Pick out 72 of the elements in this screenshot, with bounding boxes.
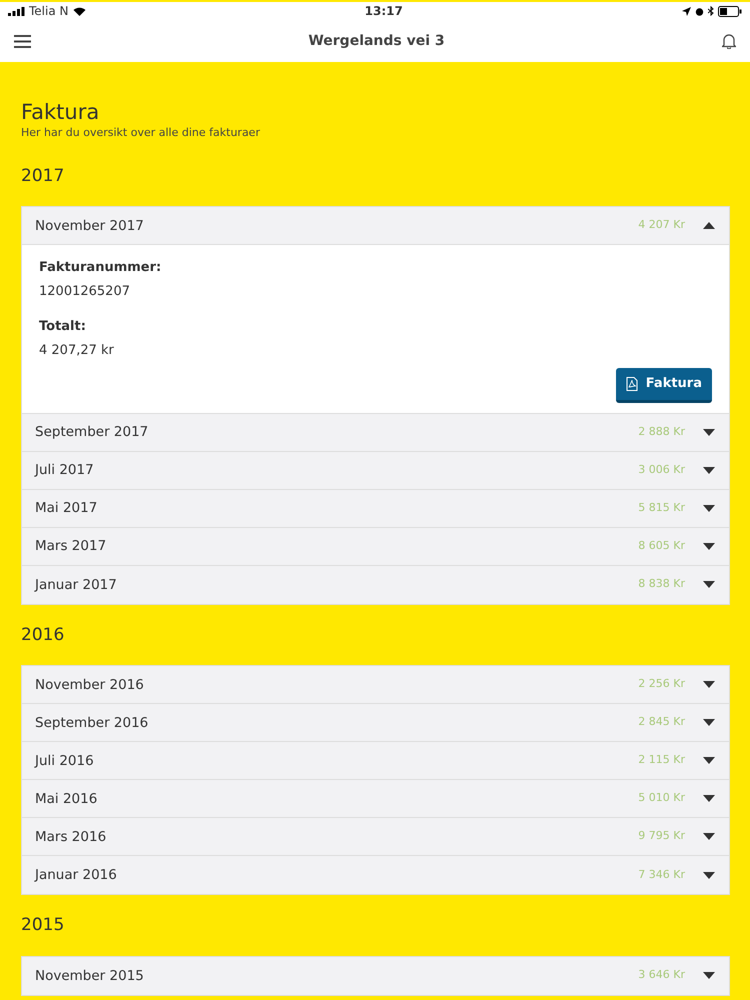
invoice-month: Januar 2017 <box>35 576 118 595</box>
invoice-month: November 2016 <box>35 676 145 695</box>
invoice-header[interactable]: September 2017 2 888 Kr <box>22 414 729 452</box>
invoice-month: November 2017 <box>35 216 145 236</box>
menu-icon[interactable] <box>14 34 31 48</box>
caret-down-icon <box>703 719 715 726</box>
invoice-amount: 2 888 Kr <box>638 424 685 440</box>
invoice-header[interactable]: Januar 2016 7 346 Kr <box>22 856 729 894</box>
invoice-amount: 2 845 Kr <box>638 714 685 730</box>
signal-icon <box>8 6 25 16</box>
page-title: Faktura <box>21 100 100 126</box>
caret-down-icon <box>703 872 715 879</box>
caret-up-icon <box>703 222 715 230</box>
invoice-amount: 9 795 Kr <box>638 828 685 844</box>
caret-down-icon <box>703 466 715 474</box>
detail-value: 4 207,27 kr <box>39 342 115 360</box>
invoice-month: September 2016 <box>35 714 150 733</box>
invoice-amount: 2 256 Kr <box>638 676 685 692</box>
detail-label: Fakturanummer: <box>39 259 162 278</box>
carrier-name: Telia N <box>29 3 68 20</box>
invoice-month: Mai 2016 <box>35 790 98 809</box>
invoice-amount: 8 605 Kr <box>638 538 685 554</box>
invoice-amount: 2 115 Kr <box>638 752 685 768</box>
invoice-header[interactable]: Juli 2017 3 006 Kr <box>22 452 729 490</box>
header-title: Wergelands vei 3 <box>308 32 445 50</box>
invoice-pdf-button[interactable]: Faktura <box>616 368 712 403</box>
caret-down-icon <box>703 504 715 512</box>
invoice-month: Januar 2016 <box>35 866 118 886</box>
invoice-month: Mars 2017 <box>35 537 108 556</box>
status-time: 13:17 <box>364 3 403 20</box>
caret-down-icon <box>703 542 715 550</box>
invoice-amount: 3 006 Kr <box>638 462 685 478</box>
invoice-header[interactable]: November 2015 3 646 Kr <box>22 956 729 995</box>
invoice-header[interactable]: Juli 2016 2 115 Kr <box>22 742 729 780</box>
caret-down-icon <box>703 833 715 840</box>
detail-value: 12001265207 <box>39 282 131 301</box>
caret-down-icon <box>703 972 715 980</box>
caret-down-icon <box>703 795 715 802</box>
caret-down-icon <box>703 428 715 436</box>
pdf-file-icon <box>626 376 638 391</box>
invoice-month: Mars 2016 <box>35 828 108 847</box>
invoice-header[interactable]: November 2016 2 256 Kr <box>22 666 729 704</box>
page-subtitle: Her har du oversikt over alle dine fakturaer <box>21 125 261 142</box>
battery-icon <box>718 6 742 16</box>
year-heading: 2016 <box>20 624 66 647</box>
invoice-header[interactable]: Januar 2017 8 838 Kr <box>22 566 729 604</box>
year-heading: 2015 <box>20 914 66 938</box>
invoice-amount: 5 010 Kr <box>638 790 685 806</box>
caret-down-icon <box>703 757 715 764</box>
year-heading: 2017 <box>20 164 66 188</box>
invoice-month: Juli 2017 <box>35 461 95 480</box>
invoice-header[interactable]: September 2016 2 845 Kr <box>22 704 729 742</box>
notification-bell-icon[interactable] <box>722 33 736 49</box>
invoice-month: Mai 2017 <box>35 499 98 518</box>
wifi-icon <box>72 6 86 16</box>
invoice-month: Juli 2016 <box>35 752 95 771</box>
bluetooth-icon <box>708 6 714 16</box>
invoice-header[interactable]: Mars 2017 8 605 Kr <box>22 528 729 566</box>
invoice-amount: 7 346 Kr <box>638 866 685 883</box>
invoice-amount: 8 838 Kr <box>638 576 685 592</box>
invoice-header[interactable]: Mars 2016 9 795 Kr <box>22 818 729 856</box>
invoice-header[interactable]: Mai 2016 5 010 Kr <box>22 780 729 818</box>
invoice-amount: 3 646 Kr <box>638 967 685 984</box>
invoice-header[interactable]: Mai 2017 5 815 Kr <box>22 490 729 528</box>
caret-down-icon <box>703 681 715 688</box>
caret-down-icon <box>703 581 715 588</box>
location-icon <box>682 6 691 16</box>
detail-label: Totalt: <box>39 318 87 336</box>
invoice-amount: 4 207 Kr <box>638 217 685 234</box>
invoice-amount: 5 815 Kr <box>638 500 685 516</box>
invoice-month: September 2017 <box>35 423 150 442</box>
invoice-month: November 2015 <box>35 966 145 986</box>
